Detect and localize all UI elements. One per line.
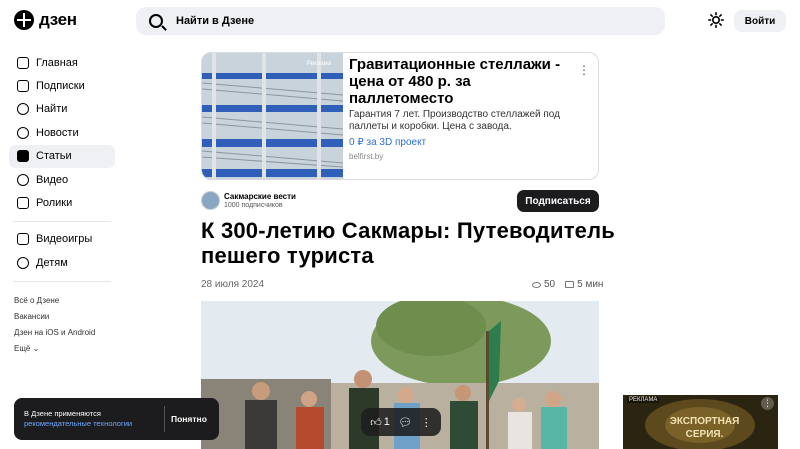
views-stat: 50	[532, 279, 555, 290]
search-placeholder: Найти в Дзене	[176, 15, 255, 27]
sidebar-item-label: Видео	[36, 173, 69, 186]
search-icon	[17, 103, 29, 116]
sidebar-item-videogames[interactable]: Видеоигры	[9, 228, 115, 251]
ad-domain: belfirst.by	[349, 152, 384, 161]
sidebar-item-label: Подписки	[36, 80, 85, 93]
cookie-divider	[164, 406, 165, 432]
channel-avatar[interactable]	[201, 191, 220, 210]
footer-link-more-label: Ещё	[14, 344, 31, 353]
footer-link-about[interactable]: Всё о Дзене	[14, 293, 95, 309]
sidebar-item-label: Ролики	[36, 197, 73, 210]
news-icon	[17, 126, 29, 139]
subscribe-button[interactable]: Подписаться	[517, 190, 599, 212]
ad-image: Реклама	[202, 53, 343, 179]
ad-title[interactable]: Гравитационные стеллажи - цена от 480 р.…	[349, 56, 569, 107]
sidebar-item-label: Найти	[36, 103, 68, 116]
more-vertical-icon[interactable]: ⋮	[761, 397, 774, 410]
sidebar-item-label: Новости	[36, 126, 79, 139]
search-icon	[149, 14, 163, 28]
channel-name[interactable]: Сакмарские вести	[224, 192, 296, 201]
ad-label: РЕКЛАМА	[627, 397, 660, 403]
views-count: 50	[544, 279, 556, 290]
sidebar-divider	[13, 280, 111, 282]
article-action-bar: 👍︎ 1 💬︎ ⋮	[361, 408, 441, 436]
gamepad-icon	[17, 233, 29, 246]
sidebar-item-subscriptions[interactable]: Подписки	[9, 74, 115, 97]
cookie-text: В Дзене применяются	[24, 409, 101, 418]
side-ad-text: ЭКСПОРТНАЯ СЕРИЯ.	[669, 416, 740, 440]
chevron-down-icon: ⌄	[32, 344, 40, 353]
cookie-banner: В Дзене применяются рекомендательные тех…	[14, 398, 219, 440]
ad-price-link[interactable]: 0 ₽ за 3D проект	[349, 137, 426, 148]
article-date: 28 июля 2024	[201, 279, 265, 290]
sidebar-footer-links: Всё о Дзене Вакансии Дзен на iOS и Andro…	[14, 293, 95, 357]
sidebar-item-news[interactable]: Новости	[9, 121, 115, 144]
ad-label: Реклама	[307, 61, 332, 67]
home-icon	[17, 56, 29, 69]
footer-link-more[interactable]: Ещё ⌄	[14, 341, 95, 357]
sidebar-item-label: Главная	[36, 56, 78, 69]
ad-card[interactable]: Реклама Гравитационные стеллажи - цена о…	[201, 52, 599, 180]
comment-icon: 💬︎	[398, 416, 413, 429]
read-time-stat: 5 мин	[565, 279, 603, 290]
thumbs-up-icon: 👍︎	[370, 416, 382, 429]
footer-link-vacancies[interactable]: Вакансии	[14, 309, 95, 325]
more-button[interactable]: ⋮	[421, 416, 432, 429]
comment-button[interactable]: 💬︎	[398, 416, 412, 429]
book-icon	[565, 281, 575, 288]
video-icon	[17, 173, 29, 186]
search-input[interactable]: Найти в Дзене	[136, 7, 665, 35]
shorts-icon	[17, 197, 29, 210]
cookie-link[interactable]: рекомендательные технологии	[24, 419, 132, 428]
more-vertical-icon: ⋮	[420, 416, 432, 429]
dzen-logo-icon	[14, 10, 34, 30]
sidebar-divider	[13, 220, 111, 222]
logo[interactable]: дзен	[14, 10, 77, 30]
like-count: 1	[383, 416, 390, 428]
ad-description: Гарантия 7 лет. Производство стеллажей п…	[349, 109, 560, 132]
kids-icon	[17, 256, 29, 269]
sidebar-item-video[interactable]: Видео	[9, 168, 115, 191]
sidebar-item-label: Видеоигры	[36, 233, 93, 246]
eye-icon	[532, 281, 541, 288]
like-button[interactable]: 👍︎ 1	[370, 416, 390, 429]
sidebar-item-label: Статьи	[36, 150, 72, 163]
cookie-accept-button[interactable]: Понятно	[171, 414, 207, 424]
channel-subscribers: 1000 подписчиков	[224, 202, 283, 209]
theme-toggle-sun-icon[interactable]	[708, 12, 724, 28]
sidebar-item-articles[interactable]: Статьи	[9, 144, 115, 168]
sidebar-item-home[interactable]: Главная	[9, 51, 115, 74]
sidebar-item-kids[interactable]: Детям	[9, 251, 115, 274]
sidebar-item-shorts[interactable]: Ролики	[9, 191, 115, 214]
sidebar-item-label: Детям	[36, 256, 68, 269]
login-button[interactable]: Войти	[734, 10, 786, 32]
read-time: 5 мин	[577, 279, 604, 290]
footer-link-apps[interactable]: Дзен на iOS и Android	[14, 325, 95, 341]
sidebar-item-search[interactable]: Найти	[9, 98, 115, 121]
logo-text: дзен	[39, 10, 77, 29]
sidebar-nav: Главная Подписки Найти Новости Статьи Ви…	[9, 51, 115, 288]
subscriptions-icon	[17, 80, 29, 93]
side-ad[interactable]: РЕКЛАМА ⋮ ЭКСПОРТНАЯ СЕРИЯ.	[623, 395, 778, 449]
article-stats: 50 5 мин	[532, 279, 603, 290]
more-vertical-icon[interactable]: ⋮	[578, 63, 590, 77]
articles-icon	[17, 150, 29, 163]
article-title: К 300-летию Сакмары: Путеводитель пешего…	[201, 218, 615, 268]
warehouse-racks-image	[202, 53, 343, 179]
